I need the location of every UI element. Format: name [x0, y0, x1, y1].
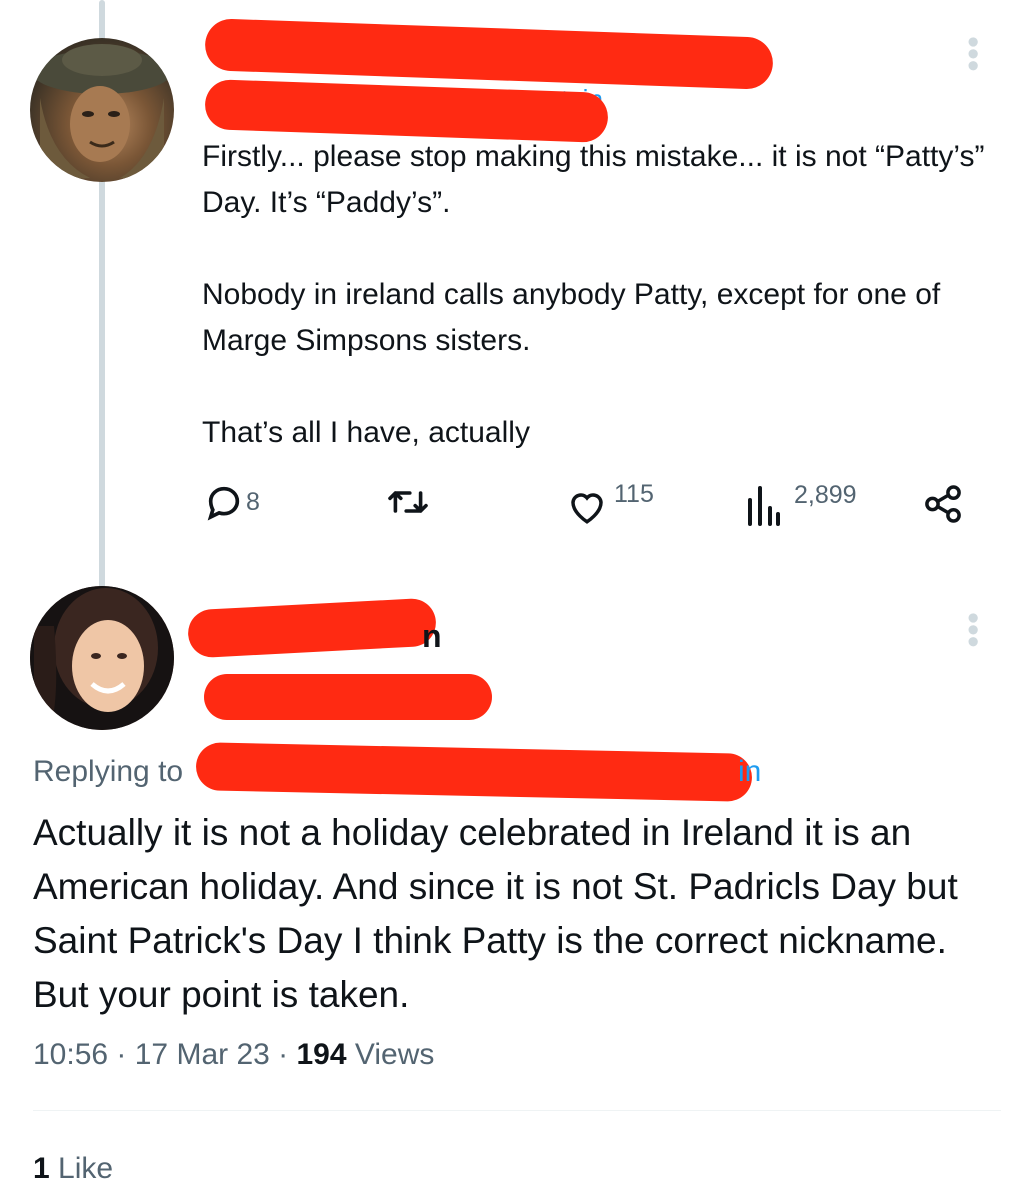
views-total: 194 — [296, 1038, 347, 1071]
tweet-time[interactable]: 10:56 — [33, 1038, 108, 1071]
views-count: 2,899 — [794, 480, 857, 509]
replying-to-label: Replying to — [33, 755, 184, 788]
tweet-text-paragraph: Firstly... please stop making this mista… — [202, 140, 985, 219]
tweet-meta: 10:56 · 17 Mar 23 · 194 Views — [33, 1038, 435, 1071]
analytics-icon — [748, 486, 780, 526]
reply-tweet-text: Actually it is not a holiday celebrated … — [33, 812, 958, 1015]
display-name-fragment: n — [422, 618, 442, 654]
tweet-text-paragraph: That’s all I have, actually — [202, 416, 530, 449]
divider — [33, 1110, 1001, 1111]
like-count: 115 — [614, 479, 654, 508]
redaction-mark — [204, 18, 774, 90]
share-icon — [925, 485, 961, 523]
avatar-photo — [32, 44, 172, 182]
reply-count: 8 — [246, 487, 260, 516]
views-button[interactable]: 2,899 — [746, 476, 857, 528]
like-label: Like — [58, 1152, 114, 1185]
like-button[interactable]: 115 — [566, 476, 654, 526]
tweet-date[interactable]: 17 Mar 23 — [135, 1038, 270, 1071]
redaction-mark — [204, 674, 492, 720]
like-total: 1 — [33, 1152, 50, 1185]
more-options-icon[interactable]: ••• — [954, 612, 992, 648]
replying-to-link-fragment[interactable]: in — [738, 755, 761, 789]
more-options-icon[interactable]: ••• — [954, 36, 992, 72]
redaction-mark — [186, 597, 438, 659]
share-button[interactable] — [922, 484, 964, 524]
retweet-button[interactable] — [386, 484, 430, 520]
views-label: Views — [354, 1038, 435, 1071]
redaction-mark — [195, 742, 753, 802]
replying-to-line: Replying to — [33, 755, 183, 789]
reply-icon — [207, 486, 240, 521]
heart-icon — [571, 493, 603, 524]
avatar-photo — [30, 586, 174, 730]
avatar[interactable] — [30, 38, 174, 182]
retweet-icon — [388, 491, 428, 513]
avatar[interactable] — [30, 586, 174, 730]
reply-button[interactable]: 8 — [204, 482, 260, 522]
likes-summary[interactable]: 1 Like — [33, 1152, 113, 1186]
tweet-text-paragraph: Nobody in ireland calls anybody Patty, e… — [202, 278, 941, 357]
